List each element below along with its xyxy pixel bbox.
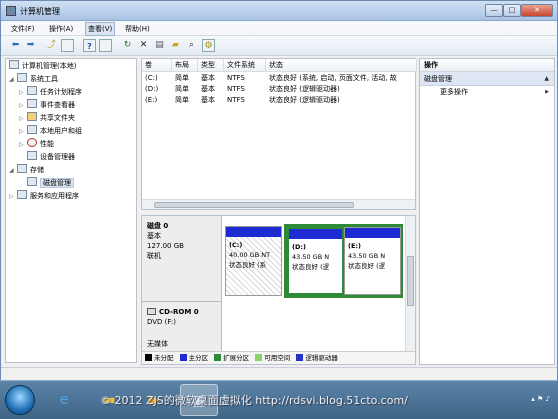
menu-bar: 文件(F) 操作(A) 查看(V) 帮助(H) (1, 21, 557, 36)
maximize-button[interactable]: □ (503, 4, 521, 17)
column-header-status[interactable]: 状态 (266, 59, 417, 72)
tree-item-system-tools[interactable]: ◢ 系统工具 (9, 73, 58, 85)
tools-icon (17, 73, 27, 82)
actions-header: 操作 (420, 59, 554, 72)
disk-graphical-view: 磁盘 0 基本 127.00 GB 联机 (C:) 40.00 GB NT 状态良好… (141, 215, 416, 365)
vertical-scrollbar[interactable] (405, 216, 415, 351)
expand-arrow-icon[interactable]: ▷ (9, 191, 17, 203)
tree-item-event-viewer[interactable]: ▷ 事件查看器 (19, 99, 75, 111)
tree-item-local-users[interactable]: ▷ 本地用户和组 (19, 125, 82, 137)
column-header-type[interactable]: 类型 (198, 59, 224, 72)
scroll-thumb[interactable] (407, 256, 414, 306)
device-manager-icon (27, 151, 37, 160)
expand-arrow-icon[interactable]: ▷ (19, 100, 27, 112)
actions-pane: 操作 磁盘管理 更多操作 (419, 58, 555, 365)
scroll-thumb[interactable] (154, 202, 354, 208)
minimize-button[interactable]: — (485, 4, 503, 17)
expand-arrow-icon[interactable]: ▷ (19, 87, 27, 99)
start-button[interactable] (5, 385, 35, 415)
internet-explorer-icon[interactable]: e (45, 384, 83, 416)
navigation-tree: 计算机管理(本地) ◢ 系统工具 ▷ 任务计划程序 ▷ 事件查看器 ▷ 共享文件夹 ▷ 本… (5, 58, 137, 363)
event-log-icon (27, 99, 37, 108)
horizontal-scrollbar[interactable] (142, 199, 415, 209)
close-button[interactable]: ✕ (521, 4, 553, 17)
storage-icon (17, 164, 27, 173)
legend-swatch (179, 354, 187, 361)
expand-arrow-icon[interactable]: ▷ (19, 113, 27, 125)
computer-icon (9, 60, 19, 69)
tree-root[interactable]: 计算机管理(本地) (9, 60, 76, 72)
actions-section-disk-management[interactable]: 磁盘管理 (420, 72, 554, 86)
expand-arrow-icon[interactable]: ▷ (19, 139, 27, 151)
legend-swatch (255, 354, 263, 361)
expand-arrow-icon[interactable]: ◢ (9, 165, 17, 177)
expand-arrow-icon[interactable]: ▷ (19, 126, 27, 138)
menu-view[interactable]: 查看(V) (85, 22, 116, 36)
tree-item-disk-management[interactable]: 磁盘管理 (19, 177, 74, 189)
services-icon (17, 190, 27, 199)
toolbar: ⬅ ➡ ⤴ ? ↻ ✕ ▤ ▰ ⌕ ⚙ (1, 36, 557, 56)
shared-folder-icon (27, 112, 37, 121)
system-tray[interactable]: ▴ ⚑ ♪ (531, 395, 550, 403)
tree-item-device-manager[interactable]: 设备管理器 (19, 151, 75, 163)
show-hide-tree-icon[interactable] (61, 39, 74, 52)
settings-icon[interactable]: ⚙ (202, 39, 215, 52)
tree-item-storage[interactable]: ◢ 存储 (9, 164, 44, 176)
menu-file[interactable]: 文件(F) (11, 24, 35, 34)
delete-icon[interactable]: ✕ (137, 39, 150, 52)
tree-item-shared-folders[interactable]: ▷ 共享文件夹 (19, 112, 75, 124)
computer-management-icon (6, 6, 16, 16)
users-icon (27, 125, 37, 134)
window-title: 计算机管理 (20, 7, 60, 16)
properties-icon[interactable] (99, 39, 112, 52)
folder-icon[interactable]: ▰ (169, 39, 182, 52)
title-bar[interactable]: 计算机管理 — □ ✕ (1, 1, 557, 21)
legend-swatch (214, 354, 222, 361)
expand-arrow-icon[interactable]: ◢ (9, 74, 17, 86)
menu-action[interactable]: 操作(A) (49, 24, 73, 34)
legend-swatch (145, 354, 152, 361)
column-header-filesystem[interactable]: 文件系统 (224, 59, 266, 72)
disk-0-label[interactable]: 磁盘 0 基本 127.00 GB 联机 (142, 216, 222, 302)
open-icon[interactable]: ▤ (153, 39, 166, 52)
volume-e[interactable]: (E:) 43.50 GB N 状态良好 (逻 (344, 227, 401, 295)
volume-c[interactable]: (C:) 40.00 GB NT 状态良好 (系 (225, 226, 282, 296)
tree-item-performance[interactable]: ▷ 性能 (19, 138, 54, 150)
status-bar (1, 367, 557, 380)
help-icon[interactable]: ? (83, 39, 96, 52)
refresh-icon[interactable]: ↻ (121, 39, 134, 52)
search-icon[interactable]: ⌕ (185, 39, 198, 52)
watermark: © 2012 ZJS的微软桌面虚拟化 http://rdsvi.blog.51c… (100, 394, 408, 407)
volume-d[interactable]: (D:) 43.50 GB N 状态良好 (逻 (287, 227, 344, 295)
performance-icon (27, 138, 37, 147)
legend-swatch (296, 354, 304, 361)
clock-icon (27, 86, 37, 95)
legend: 未分配 主分区 扩展分区 可用空间 逻辑驱动器 (142, 351, 415, 364)
back-icon[interactable]: ⬅ (9, 39, 22, 52)
tree-item-task-scheduler[interactable]: ▷ 任务计划程序 (19, 86, 82, 98)
more-actions-link[interactable]: 更多操作 (420, 86, 554, 99)
cdrom-0-label[interactable]: CD-ROM 0 DVD (F:) 无媒体 (142, 302, 222, 352)
tree-item-services-apps[interactable]: ▷ 服务和应用程序 (9, 190, 79, 202)
forward-icon[interactable]: ➡ (24, 39, 37, 52)
volume-list: 卷 布局 类型 文件系统 状态 (C:) 简单 基本 NTFS 状态良好 (系统… (141, 58, 417, 210)
computer-management-window: 计算机管理 — □ ✕ 文件(F) 操作(A) 查看(V) 帮助(H) ⬅ ➡ … (0, 0, 558, 380)
column-header-layout[interactable]: 布局 (172, 59, 198, 72)
up-icon[interactable]: ⤴ (45, 39, 58, 52)
column-header-volume[interactable]: 卷 (142, 59, 172, 72)
table-row[interactable]: (C:) 简单 基本 NTFS 状态良好 (系统, 启动, 页面文件, 活动, … (142, 73, 417, 84)
menu-help[interactable]: 帮助(H) (125, 24, 150, 34)
cdrom-icon (147, 308, 156, 315)
table-row[interactable]: (D:) 简单 基本 NTFS 状态良好 (逻辑驱动器) (142, 84, 417, 95)
disk-management-icon (27, 177, 37, 186)
table-row[interactable]: (E:) 简单 基本 NTFS 状态良好 (逻辑驱动器) (142, 95, 417, 106)
